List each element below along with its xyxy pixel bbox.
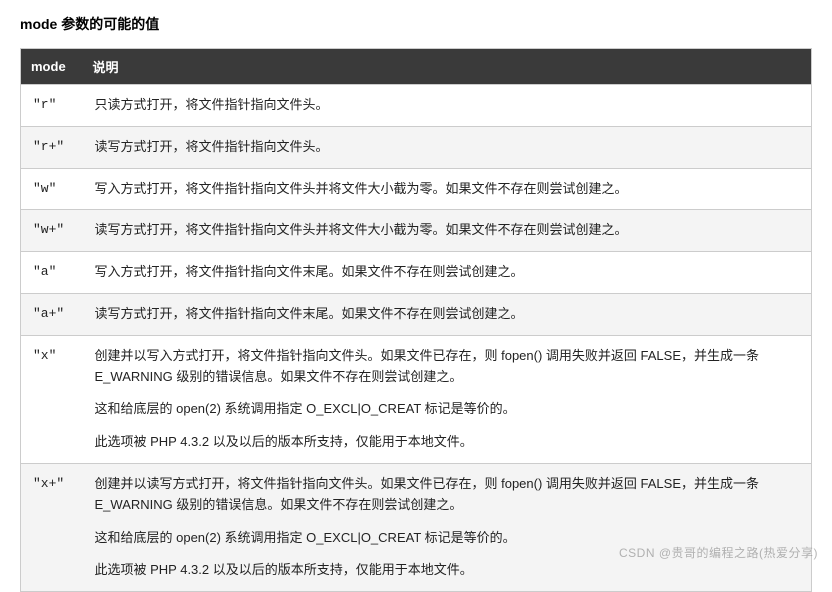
section-heading: mode 参数的可能的值 [20,14,812,34]
mode-cell: "w+" [21,210,83,252]
description-cell: 读写方式打开，将文件指针指向文件头。 [83,126,812,168]
table-row: "w+" 读写方式打开，将文件指针指向文件头并将文件大小截为零。如果文件不存在则尝… [21,210,812,252]
description-paragraph: 创建并以读写方式打开，将文件指针指向文件头。如果文件已存在，则 fopen() … [95,474,800,516]
mode-cell: "r" [21,85,83,127]
mode-cell: "w" [21,168,83,210]
mode-cell: "a" [21,252,83,294]
description-paragraph: 这和给底层的 open(2) 系统调用指定 O_EXCL|O_CREAT 标记是… [95,399,800,420]
column-header-desc: 说明 [83,49,812,85]
description-cell: 创建并以读写方式打开，将文件指针指向文件头。如果文件已存在，则 fopen() … [83,463,812,591]
table-row: "w" 写入方式打开，将文件指针指向文件头并将文件大小截为零。如果文件不存在则尝试… [21,168,812,210]
description-paragraph: 只读方式打开，将文件指针指向文件头。 [95,95,800,116]
mode-table: mode 说明 "r" 只读方式打开，将文件指针指向文件头。 "r+" 读写方式打开，… [20,48,812,592]
table-row: "a+" 读写方式打开，将文件指针指向文件末尾。如果文件不存在则尝试创建之。 [21,293,812,335]
description-cell: 读写方式打开，将文件指针指向文件头并将文件大小截为零。如果文件不存在则尝试创建之… [83,210,812,252]
table-row: "x" 创建并以写入方式打开，将文件指针指向文件头。如果文件已存在，则 fopen… [21,335,812,463]
page-content: mode 参数的可能的值 mode 说明 "r" 只读方式打开，将文件指针指向文件… [0,0,832,592]
table-row: "x+" 创建并以读写方式打开，将文件指针指向文件头。如果文件已存在，则 fope… [21,463,812,591]
table-row: "r+" 读写方式打开，将文件指针指向文件头。 [21,126,812,168]
description-paragraph: 此选项被 PHP 4.3.2 以及以后的版本所支持，仅能用于本地文件。 [95,560,800,581]
mode-cell: "r+" [21,126,83,168]
description-cell: 读写方式打开，将文件指针指向文件末尾。如果文件不存在则尝试创建之。 [83,293,812,335]
description-paragraph: 读写方式打开，将文件指针指向文件末尾。如果文件不存在则尝试创建之。 [95,304,800,325]
description-paragraph: 写入方式打开，将文件指针指向文件末尾。如果文件不存在则尝试创建之。 [95,262,800,283]
table-header-row: mode 说明 [21,49,812,85]
description-cell: 写入方式打开，将文件指针指向文件末尾。如果文件不存在则尝试创建之。 [83,252,812,294]
mode-cell: "a+" [21,293,83,335]
description-paragraph: 写入方式打开，将文件指针指向文件头并将文件大小截为零。如果文件不存在则尝试创建之… [95,179,800,200]
table-row: "a" 写入方式打开，将文件指针指向文件末尾。如果文件不存在则尝试创建之。 [21,252,812,294]
mode-cell: "x" [21,335,83,463]
mode-cell: "x+" [21,463,83,591]
description-paragraph: 这和给底层的 open(2) 系统调用指定 O_EXCL|O_CREAT 标记是… [95,528,800,549]
column-header-mode: mode [21,49,83,85]
description-paragraph: 创建并以写入方式打开，将文件指针指向文件头。如果文件已存在，则 fopen() … [95,346,800,388]
description-cell: 写入方式打开，将文件指针指向文件头并将文件大小截为零。如果文件不存在则尝试创建之… [83,168,812,210]
description-paragraph: 读写方式打开，将文件指针指向文件头。 [95,137,800,158]
description-cell: 只读方式打开，将文件指针指向文件头。 [83,85,812,127]
table-body: "r" 只读方式打开，将文件指针指向文件头。 "r+" 读写方式打开，将文件指针指向文… [21,85,812,592]
table-row: "r" 只读方式打开，将文件指针指向文件头。 [21,85,812,127]
description-paragraph: 读写方式打开，将文件指针指向文件头并将文件大小截为零。如果文件不存在则尝试创建之… [95,220,800,241]
description-cell: 创建并以写入方式打开，将文件指针指向文件头。如果文件已存在，则 fopen() … [83,335,812,463]
description-paragraph: 此选项被 PHP 4.3.2 以及以后的版本所支持，仅能用于本地文件。 [95,432,800,453]
